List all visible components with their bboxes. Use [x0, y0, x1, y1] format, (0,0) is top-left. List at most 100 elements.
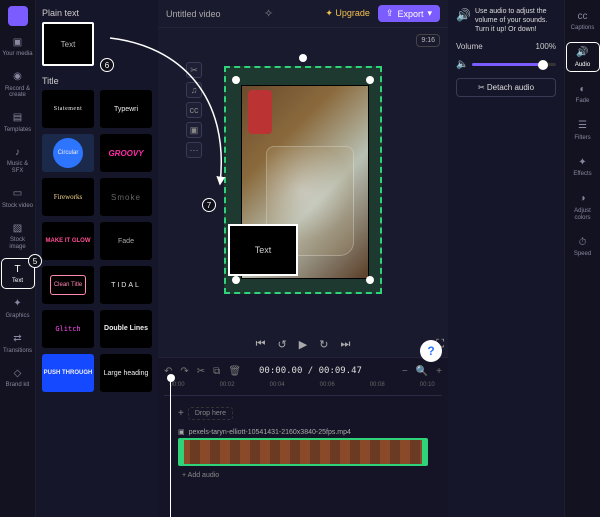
rail-your-media[interactable]: ▣Your media — [2, 32, 34, 61]
tile-glitch[interactable]: Glitch — [42, 310, 94, 348]
right-toolbar: ccCaptions 🔊Audio ◐Fade ☰Filters ✦Effect… — [564, 0, 600, 517]
tile-typewriter[interactable]: Typewri — [100, 90, 152, 128]
zoom-out-button[interactable]: − — [402, 366, 408, 377]
audio-tip: 🔊 Use audio to adjust the volume of your… — [456, 8, 556, 34]
add-track-icon[interactable]: + — [178, 408, 184, 419]
tool-crop-icon[interactable]: ✂ — [186, 62, 202, 78]
tile-double-lines[interactable]: Double Lines — [100, 310, 152, 348]
magic-icon[interactable]: ✧ — [264, 7, 273, 20]
rail-fade[interactable]: ◐Fade — [567, 79, 599, 108]
audio-icon: 🔊 — [576, 46, 590, 60]
stockimage-icon: ▧ — [11, 221, 25, 235]
center-area: ✧ Upgrade ⇪ Export ▾ 9:16 ✂ ♫ cc ▣ ⋯ — [158, 0, 448, 517]
zoom-in-button[interactable]: + — [436, 366, 442, 377]
aspect-ratio-button[interactable]: 9:16 — [416, 34, 440, 47]
tool-more-icon[interactable]: ⋯ — [186, 142, 202, 158]
export-button[interactable]: ⇪ Export ▾ — [378, 5, 440, 22]
resize-handle[interactable] — [232, 76, 240, 84]
volume-slider[interactable]: 🔈 — [456, 59, 556, 70]
app-logo[interactable] — [8, 6, 28, 26]
tool-image-icon[interactable]: ▣ — [186, 122, 202, 138]
help-button[interactable]: ? — [420, 340, 442, 362]
clip-thumb-icon: ▣ — [178, 428, 185, 436]
step-fwd-button[interactable]: ↻ — [319, 338, 328, 351]
rail-transitions[interactable]: ⇄Transitions — [2, 329, 34, 358]
timeline-tools: ↶ ↷ ✂ ⧉ 🗑 00:00.00 / 00:09.47 − 🔍 + — [164, 362, 442, 380]
clip-filename: pexels-taryn-elliott-10541431-2160x3840-… — [189, 429, 351, 436]
rail-music[interactable]: ♪Music & SFX — [2, 142, 34, 177]
fade-icon: ◐ — [576, 82, 590, 96]
rail-templates[interactable]: ▤Templates — [2, 108, 34, 137]
rail-effects[interactable]: ✦Effects — [567, 152, 599, 181]
resize-handle[interactable] — [366, 76, 374, 84]
time-ruler[interactable]: 00:00 00:02 00:04 00:06 00:08 00:10 — [164, 382, 442, 396]
media-icon: ▣ — [11, 35, 25, 49]
graphics-icon: ✦ — [11, 297, 25, 311]
add-audio-button[interactable]: + Add audio — [182, 472, 219, 479]
tile-statement[interactable]: Statement — [42, 90, 94, 128]
rail-filters[interactable]: ☰Filters — [567, 116, 599, 145]
tile-smoke[interactable]: Smoke — [100, 178, 152, 216]
plain-text-tile[interactable]: Text — [42, 22, 94, 66]
text-panel: Plain text Text Title Statement Typewri … — [36, 0, 158, 517]
slider-thumb[interactable] — [538, 60, 548, 70]
prev-button[interactable]: ⏮ — [256, 338, 266, 351]
filters-icon: ☰ — [576, 119, 590, 133]
speed-icon: ⏱ — [576, 235, 590, 249]
cut-button[interactable]: ✂ — [197, 366, 205, 377]
next-button[interactable]: ⏭ — [340, 338, 350, 351]
rail-record[interactable]: ◉Record & create — [2, 67, 34, 102]
tile-tidal[interactable]: TIDAL — [100, 266, 152, 304]
volume-value: 100% — [536, 42, 556, 51]
text-element[interactable]: Text — [228, 224, 298, 276]
project-title-input[interactable] — [166, 9, 256, 19]
tile-groovy[interactable]: GROOVY — [100, 134, 152, 172]
upgrade-button[interactable]: Upgrade — [325, 8, 370, 19]
tool-cc-icon[interactable]: cc — [186, 102, 202, 118]
drop-track[interactable]: + Drop here — [164, 400, 442, 426]
text-icon: T — [11, 262, 25, 276]
tile-make-it-glow[interactable]: MAKE IT GLOW — [42, 222, 94, 260]
record-icon: ◉ — [11, 70, 25, 84]
detach-audio-button[interactable]: ✂ Detach audio — [456, 78, 556, 97]
rail-stock-video[interactable]: ▭Stock video — [2, 184, 34, 213]
rail-stock-image[interactable]: ▧Stock image — [2, 218, 34, 253]
copy-button[interactable]: ⧉ — [213, 366, 220, 377]
volume-icon: 🔈 — [456, 59, 468, 70]
left-toolbar: ▣Your media ◉Record & create ▤Templates … — [0, 0, 36, 517]
resize-handle[interactable] — [366, 276, 374, 284]
tile-fade[interactable]: Fade — [100, 222, 152, 260]
play-button[interactable]: ▶ — [299, 338, 307, 351]
effects-icon: ✦ — [576, 155, 590, 169]
rotate-handle[interactable] — [299, 54, 307, 62]
rail-audio[interactable]: 🔊Audio — [567, 43, 599, 72]
templates-icon: ▤ — [11, 111, 25, 125]
speaker-emoji-icon: 🔊 — [456, 8, 471, 34]
timeline: ? ↶ ↷ ✂ ⧉ 🗑 00:00.00 / 00:09.47 − 🔍 + 00… — [158, 357, 448, 517]
drop-zone[interactable]: Drop here — [188, 407, 233, 420]
rail-text[interactable]: TText — [2, 259, 34, 288]
properties-panel: 🔊 Use audio to adjust the volume of your… — [448, 0, 564, 517]
rail-captions[interactable]: ccCaptions — [567, 6, 599, 35]
resize-handle[interactable] — [232, 276, 240, 284]
transport-controls: ⏮ ↺ ▶ ↻ ⏭ ⛶ — [158, 331, 448, 357]
zoom-fit-button[interactable]: 🔍 — [416, 366, 428, 377]
rail-brand-kit[interactable]: ◇Brand kit — [2, 363, 34, 392]
delete-button[interactable]: 🗑 — [228, 366, 241, 377]
brandkit-icon: ◇ — [11, 366, 25, 380]
rail-speed[interactable]: ⏱Speed — [567, 232, 599, 261]
rail-adjust-colors[interactable]: ◑Adjust colors — [567, 189, 599, 224]
video-clip[interactable] — [178, 438, 428, 466]
tile-push-through[interactable]: PUSH THROUGH — [42, 354, 94, 392]
tile-large-heading[interactable]: Large heading — [100, 354, 152, 392]
tile-circular[interactable]: Circular — [42, 134, 94, 172]
rail-graphics[interactable]: ✦Graphics — [2, 294, 34, 323]
tile-clean-title[interactable]: Clean Title — [42, 266, 94, 304]
tool-audio-icon[interactable]: ♫ — [186, 82, 202, 98]
step-back-button[interactable]: ↺ — [278, 338, 287, 351]
playhead[interactable] — [170, 380, 171, 517]
redo-button[interactable]: ↷ — [180, 366, 188, 377]
stockvideo-icon: ▭ — [11, 187, 25, 201]
tile-fireworks[interactable]: Fireworks — [42, 178, 94, 216]
canvas[interactable]: Text — [224, 66, 382, 294]
